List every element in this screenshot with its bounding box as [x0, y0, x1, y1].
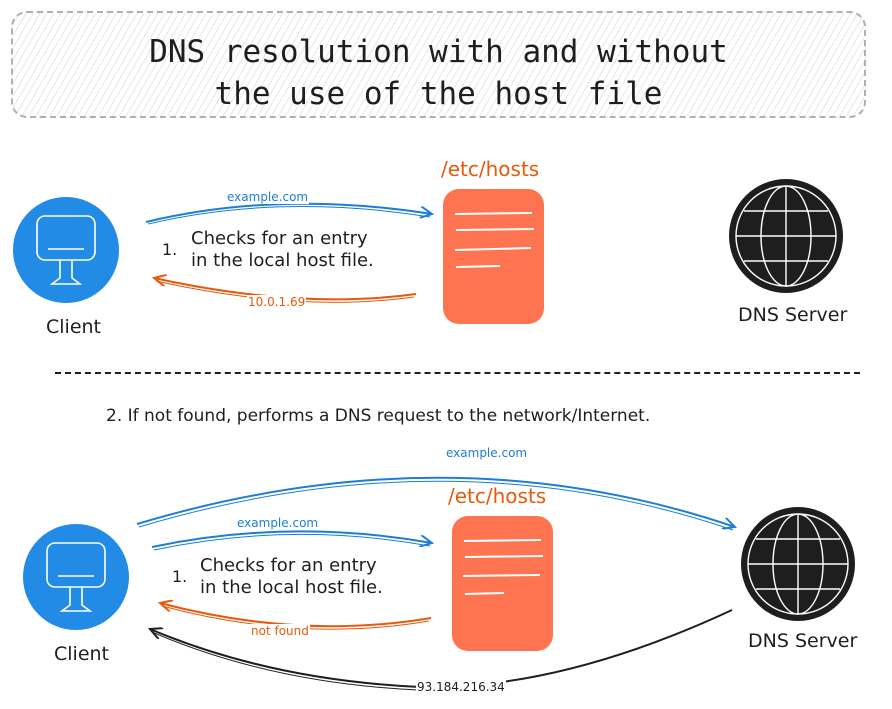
step-description: Checks for an entry in the local host fi…: [200, 555, 383, 599]
client-label: Client: [54, 643, 110, 665]
response-label: not found: [250, 624, 310, 638]
response-arrow: [160, 603, 432, 628]
step-line-2: in the local host file.: [200, 577, 383, 598]
step-number: 1.: [162, 240, 178, 259]
client-icon: [13, 197, 119, 303]
step-line-2: in the local host file.: [191, 250, 374, 271]
dns-response-label: 93.184.216.34: [416, 680, 506, 694]
request-label: example.com: [226, 190, 310, 204]
request-label: example.com: [236, 516, 320, 530]
hosts-file-label: /etc/hosts: [441, 157, 540, 181]
client-icon: [23, 524, 129, 630]
step-2-note: 2. If not found, performs a DNS request …: [106, 406, 651, 426]
step-line-1: Checks for an entry: [200, 555, 377, 576]
step-line-1: Checks for an entry: [191, 228, 368, 249]
dns-server-icon: [741, 507, 855, 621]
hosts-file-icon: [443, 189, 544, 324]
client-label: Client: [46, 316, 102, 338]
hosts-file-icon: [452, 516, 553, 651]
diagram-graphics: [13, 179, 855, 691]
step-description: Checks for an entry in the local host fi…: [191, 228, 374, 272]
response-label: 10.0.1.69: [247, 295, 307, 309]
hosts-file-label: /etc/hosts: [448, 484, 547, 508]
dns-server-icon: [729, 179, 843, 293]
dns-request-label: example.com: [445, 446, 529, 460]
section-divider: [55, 372, 860, 374]
request-arrow: [151, 530, 432, 548]
dns-request-arrow: [136, 476, 735, 527]
step-number: 1.: [172, 567, 188, 586]
dns-server-label: DNS Server: [738, 304, 848, 326]
dns-server-label: DNS Server: [748, 630, 858, 652]
